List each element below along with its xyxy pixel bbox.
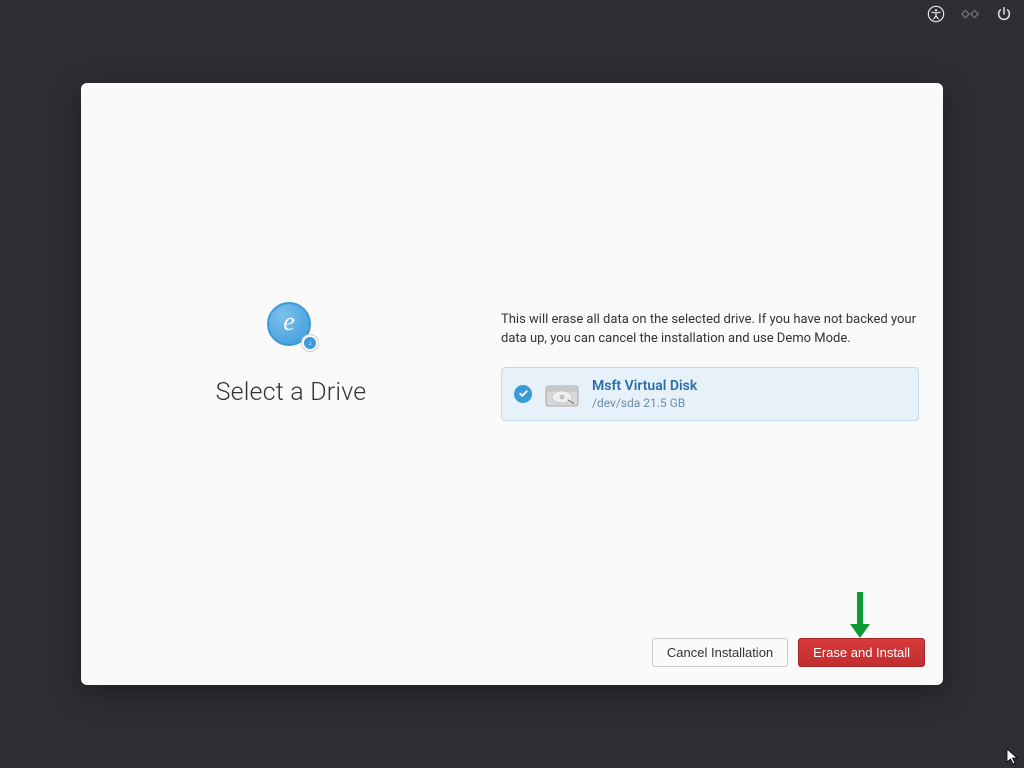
download-badge-icon: ↓ bbox=[301, 334, 319, 352]
right-pane: This will erase all data on the selected… bbox=[501, 83, 943, 685]
cancel-button[interactable]: Cancel Installation bbox=[652, 638, 788, 667]
power-icon[interactable] bbox=[994, 4, 1014, 24]
network-disconnected-icon[interactable] bbox=[960, 4, 980, 24]
drive-item[interactable]: Msft Virtual Disk /dev/sda 21.5 GB bbox=[501, 367, 919, 421]
os-installer-icon: e ↓ bbox=[267, 302, 315, 350]
topbar bbox=[926, 4, 1014, 24]
drive-name: Msft Virtual Disk bbox=[592, 378, 697, 394]
harddrive-icon bbox=[542, 378, 582, 410]
button-row: Cancel Installation Erase and Install bbox=[652, 638, 925, 667]
page-title: Select a Drive bbox=[216, 378, 367, 407]
warning-text: This will erase all data on the selected… bbox=[501, 311, 919, 349]
drive-path: /dev/sda 21.5 GB bbox=[592, 396, 697, 410]
mouse-cursor-icon bbox=[1006, 748, 1020, 766]
installer-window: e ↓ Select a Drive This will erase all d… bbox=[81, 83, 943, 685]
drive-info: Msft Virtual Disk /dev/sda 21.5 GB bbox=[592, 378, 697, 410]
accessibility-icon[interactable] bbox=[926, 4, 946, 24]
left-pane: e ↓ Select a Drive bbox=[81, 83, 501, 685]
checkmark-icon bbox=[514, 385, 532, 403]
erase-install-button[interactable]: Erase and Install bbox=[798, 638, 925, 667]
